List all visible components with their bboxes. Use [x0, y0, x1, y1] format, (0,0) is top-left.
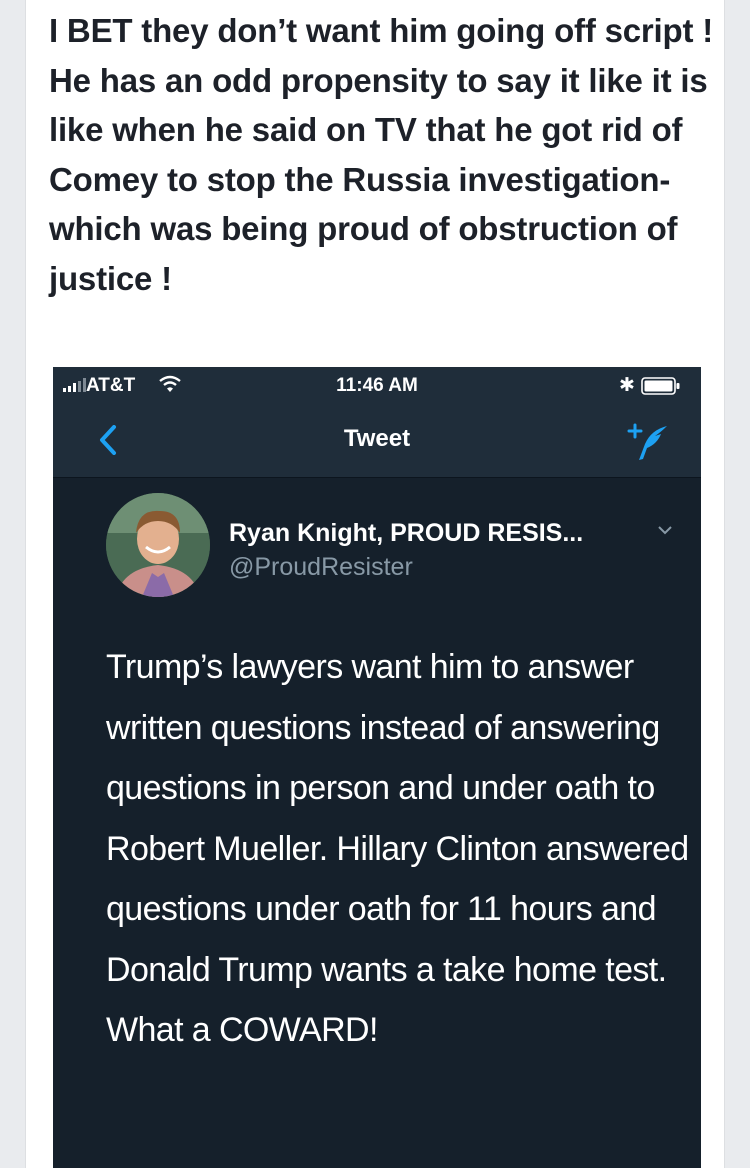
- tweet-author-name[interactable]: Ryan Knight, PROUD RESIS...: [229, 519, 583, 548]
- compose-tweet-icon[interactable]: [627, 422, 669, 462]
- tweet-nav-bar: Tweet: [53, 405, 701, 478]
- facebook-post-card: I BET they don’t want him going off scri…: [25, 0, 725, 1168]
- post-text: I BET they don’t want him going off scri…: [49, 12, 713, 297]
- avatar[interactable]: [106, 493, 210, 597]
- battery-icon: [641, 377, 680, 395]
- status-time: 11:46 AM: [336, 375, 418, 396]
- chevron-down-icon[interactable]: [657, 525, 673, 535]
- bluetooth-icon: ✱: [619, 375, 635, 396]
- tweet-screenshot-image: AT&T 11:46 AM ✱ Tweet Ryan Knight, PROUD…: [53, 367, 701, 1168]
- phone-status-bar: AT&T 11:46 AM ✱: [53, 367, 701, 405]
- tweet-author-handle[interactable]: @ProudResister: [229, 553, 413, 582]
- nav-title: Tweet: [343, 425, 411, 452]
- tweet-body-text: Trump’s lawyers want him to answer writt…: [106, 648, 689, 1049]
